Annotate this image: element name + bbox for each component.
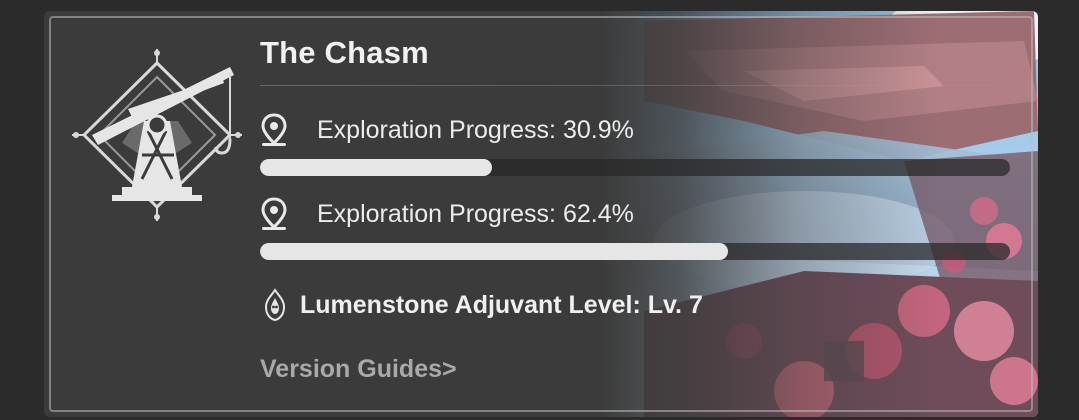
title-divider [260,85,1010,86]
lumenstone-icon [264,288,286,322]
map-pin-icon [261,197,287,230]
lumenstone-level-row: Lumenstone Adjuvant Level: Lv. 7 [262,287,703,323]
progress-bar-fill [260,159,492,176]
exploration-progress-bar [260,243,1010,260]
lumenstone-level-label: Lumenstone Adjuvant Level: Lv. 7 [300,290,703,319]
exploration-progress-label: Exploration Progress: 30.9% [317,115,634,144]
version-guides-link[interactable]: Version Guides> [260,355,457,384]
exploration-progress-row: Exploration Progress: 30.9% [260,113,634,147]
area-exploration-card[interactable]: The Chasm Exploration Progress: 30.9% Ex… [44,11,1038,417]
map-pin-icon [261,113,287,146]
exploration-progress-bar [260,159,1010,176]
exploration-progress-row: Exploration Progress: 62.4% [260,197,634,231]
exploration-progress-label: Exploration Progress: 62.4% [317,199,634,228]
crane-emblem-icon [72,47,242,223]
area-title: The Chasm [260,35,429,70]
progress-bar-fill [260,243,728,260]
